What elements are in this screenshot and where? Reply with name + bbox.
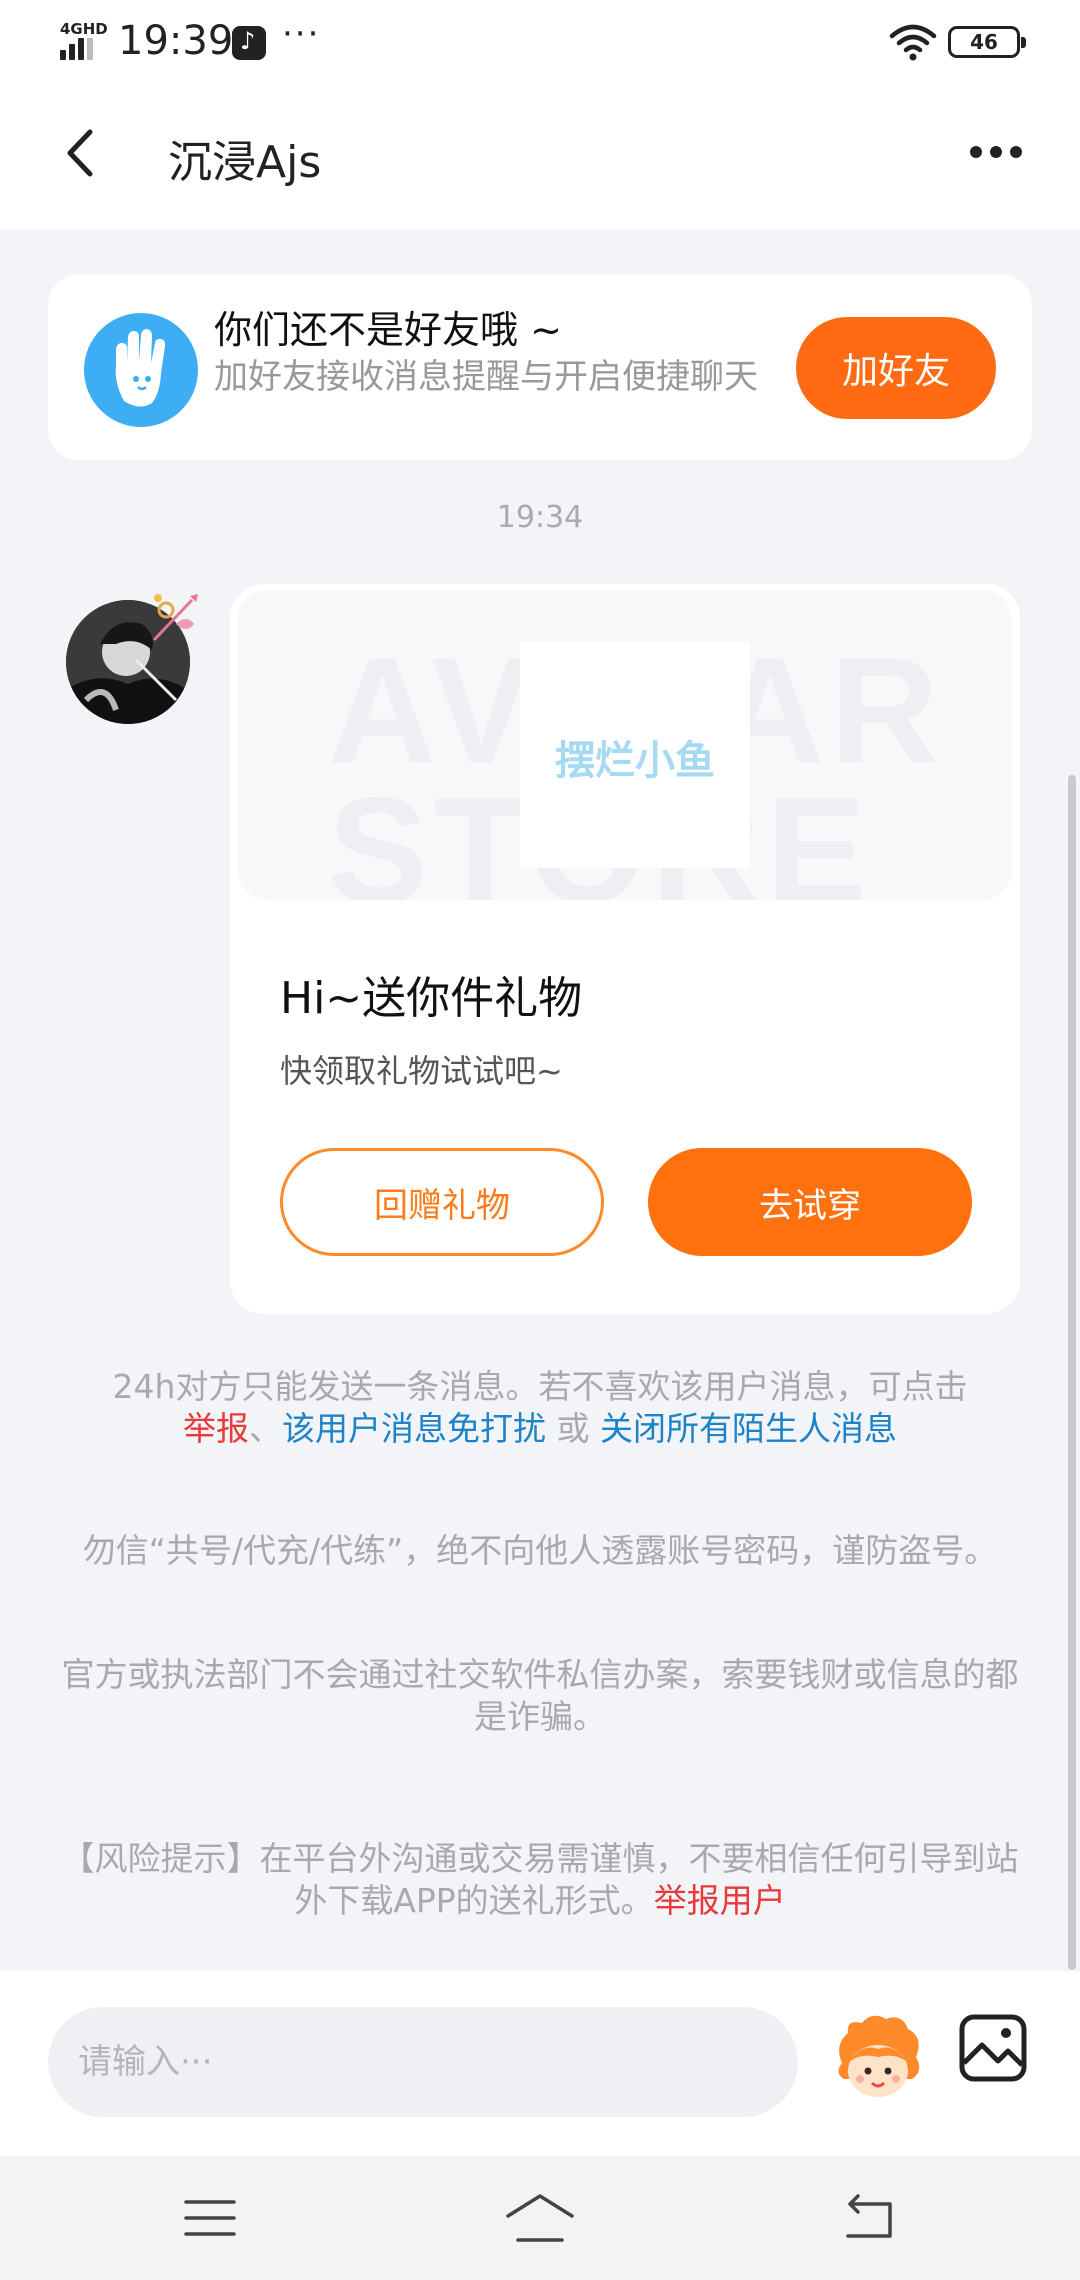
cellular-signal-icon: 4GHD (58, 20, 108, 60)
tiktok-notification-icon (232, 26, 266, 60)
battery-icon: 46 (948, 26, 1026, 58)
report-user-link[interactable]: 举报用户 (654, 1881, 786, 1920)
return-gift-button[interactable]: 回赠礼物 (280, 1148, 604, 1256)
more-options-button[interactable] (960, 126, 1030, 176)
image-picker-icon[interactable] (958, 2013, 1028, 2083)
message-input[interactable] (48, 2007, 798, 2117)
gift-preview: 摆烂小鱼 (520, 642, 750, 868)
gift-message-card[interactable]: AVATAR STORE 摆烂小鱼 Hi~送你件礼物 快领取礼物试试吧~ 回赠礼… (230, 584, 1020, 1314)
add-friend-button[interactable]: 加好友 (796, 317, 996, 419)
chat-header: 沉浸Ajs (0, 84, 1080, 229)
message-limit-notice: 24h对方只能发送一条消息。若不喜欢该用户消息，可点击 举报、该用户消息免打扰 … (60, 1366, 1020, 1450)
menu-icon[interactable] (184, 2198, 236, 2238)
gift-subtitle: 快领取礼物试试吧~ (280, 1052, 563, 1090)
try-on-button[interactable]: 去试穿 (648, 1148, 972, 1256)
sticker-button[interactable] (832, 2009, 924, 2109)
account-safety-notice: 勿信“共号/代充/代练”，绝不向他人透露账号密码，谨防盗号。 (82, 1531, 998, 1570)
system-navigation-bar (0, 2156, 1080, 2280)
wifi-icon (889, 24, 937, 61)
gift-preview-text: 摆烂小鱼 (555, 738, 715, 784)
or-text: 或 (546, 1409, 600, 1448)
home-icon[interactable] (504, 2192, 576, 2244)
scrollbar[interactable] (1068, 775, 1076, 1970)
friend-banner-title: 你们还不是好友哦 ~ (214, 308, 562, 352)
status-bar: 4GHD 19:39 ··· 46 (0, 0, 1080, 84)
battery-level: 46 (970, 30, 998, 54)
limit-text: 24h对方只能发送一条消息。若不喜欢该用户消息，可点击 (112, 1367, 968, 1406)
friend-request-banner: 你们还不是好友哦 ~ 加好友接收消息提醒与开启便捷聊天 加好友 (48, 275, 1032, 460)
message-timestamp: 19:34 (496, 500, 584, 535)
avatar-bow-decoration-icon (152, 594, 198, 642)
friend-banner-subtitle: 加好友接收消息提醒与开启便捷聊天 (214, 357, 758, 397)
status-more-icon: ··· (282, 14, 321, 54)
risk-notice: 【风险提示】在平台外沟通或交易需谨慎，不要相信任何引导到站外下载APP的送礼形式… (60, 1838, 1020, 1922)
system-back-icon[interactable] (842, 2194, 894, 2240)
risk-text: 【风险提示】在平台外沟通或交易需谨慎，不要相信任何引导到站外下载APP的送礼形式… (61, 1839, 1019, 1920)
fraud-warning-notice: 官方或执法部门不会通过社交软件私信办案，索要钱财或信息的都是诈骗。 (61, 1655, 1019, 1736)
mute-user-link[interactable]: 该用户消息免打扰 (282, 1409, 546, 1448)
network-type: 4GHD (60, 20, 108, 38)
page-title: 沉浸Ajs (168, 137, 322, 188)
back-button[interactable] (48, 118, 118, 188)
status-time: 19:39 (118, 18, 234, 64)
message-input-bar (0, 1971, 1080, 2156)
report-link[interactable]: 举报 (183, 1409, 249, 1448)
separator: 、 (249, 1409, 282, 1448)
gift-title: Hi~送你件礼物 (280, 973, 583, 1024)
close-stranger-messages-link[interactable]: 关闭所有陌生人消息 (600, 1409, 897, 1448)
hand-wave-icon (84, 313, 198, 427)
gift-image[interactable]: AVATAR STORE 摆烂小鱼 (238, 590, 1012, 900)
